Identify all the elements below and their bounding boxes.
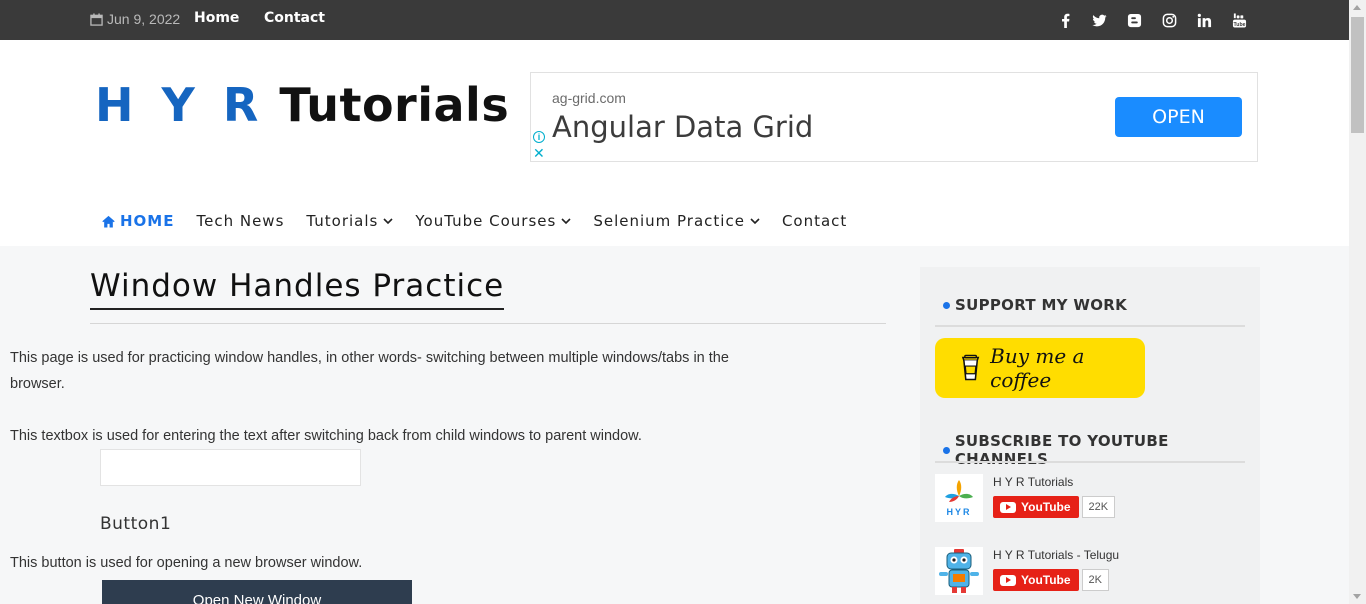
subscriber-count: 2K [1081,569,1110,591]
linkedin-icon[interactable] [1196,12,1212,28]
button1-description: This button is used for opening a new br… [10,555,363,571]
ad-info-icon[interactable]: i [533,131,545,143]
button1-heading: Button1 [100,514,172,534]
top-link-contact[interactable]: Contact [264,10,325,26]
bullet-dot-icon [943,301,950,309]
bullet-dot-icon [943,446,950,454]
youtube-subscribe-button[interactable]: YouTube [993,569,1079,591]
scroll-up-arrow-icon[interactable] [1353,5,1361,10]
sidebar: SUPPORT MY WORK Buy me a coffee SUBSCRIB… [920,267,1260,604]
title-divider [90,323,886,324]
support-title-text: SUPPORT MY WORK [955,296,1128,314]
youtube-button-label: YouTube [1021,500,1071,514]
subscribe-divider [935,461,1245,463]
post-date: Jun 9, 2022 [90,11,180,27]
buy-me-a-coffee-button[interactable]: Buy me a coffee [935,338,1145,398]
page-title: Window Handles Practice [90,268,505,310]
svg-text:HYR: HYR [946,507,971,517]
chevron-down-icon [750,218,760,225]
nav-home-label: HOME [120,212,175,230]
date-text: Jun 9, 2022 [107,11,181,27]
nav-contact-label: Contact [781,212,848,230]
page: Jun 9, 2022 Home Contact Tube H Y R Tuto… [0,0,1366,604]
nav-contact[interactable]: Contact [782,212,847,230]
ad-close-icon[interactable]: ✕ [533,146,545,160]
blogger-icon[interactable] [1126,12,1142,28]
nav-home[interactable]: HOME [102,212,174,230]
nav-selenium-practice[interactable]: Selenium Practice [593,212,760,230]
site-logo[interactable]: H Y R Tutorials [95,78,509,132]
hyr-telugu-channel-avatar[interactable] [935,547,983,595]
svg-text:Tube: Tube [1233,21,1245,27]
nav-youtube-courses[interactable]: YouTube Courses [415,212,571,230]
channel-item: H Y R Tutorials - Telugu YouTube 2K [935,547,1245,597]
youtube-subscribe-button[interactable]: YouTube [993,496,1079,518]
instagram-icon[interactable] [1161,12,1177,28]
subscriber-count: 22K [1081,496,1116,518]
youtube-play-icon [1000,574,1016,586]
youtube-button-label: YouTube [1021,573,1071,587]
chevron-down-icon [383,218,393,225]
ad-headline[interactable]: Angular Data Grid [552,110,813,144]
logo-tutorials-text: Tutorials [279,78,510,132]
channel-name[interactable]: H Y R Tutorials - Telugu [993,548,1119,562]
intro-paragraph: This page is used for practicing window … [10,350,729,392]
top-bar: Jun 9, 2022 Home Contact Tube [0,0,1349,40]
scroll-down-arrow-icon[interactable] [1353,594,1361,599]
twitter-icon[interactable] [1091,12,1107,28]
page-scrollbar[interactable] [1349,0,1366,604]
calendar-icon [90,12,103,26]
channel-item: HYR H Y R Tutorials YouTube 22K [935,474,1245,524]
ad-open-button[interactable]: OPEN [1115,97,1242,137]
scrollbar-thumb[interactable] [1351,17,1364,133]
coffee-label: Buy me a coffee [990,344,1085,392]
nav-youtube-courses-label: YouTube Courses [415,212,557,230]
youtube-subscribe-widget[interactable]: YouTube 2K [993,569,1110,591]
open-new-window-button[interactable]: Open New Window [102,580,412,604]
youtube-icon[interactable]: Tube [1231,12,1247,28]
facebook-icon[interactable] [1057,12,1073,28]
channel-name[interactable]: H Y R Tutorials [993,475,1073,489]
textbox-description: This textbox is used for entering the te… [10,428,642,444]
ad-domain: ag-grid.com [552,90,626,106]
hyr-channel-avatar[interactable]: HYR [935,474,983,522]
site-header: H Y R Tutorials ag-grid.com Angular Data… [0,40,1349,246]
youtube-subscribe-widget[interactable]: YouTube 22K [993,496,1116,518]
top-link-home[interactable]: Home [194,10,239,26]
support-divider [935,325,1245,327]
nav-tech-news[interactable]: Tech News [196,212,284,230]
chevron-down-icon [561,218,571,225]
main-content: Window Handles Practice [90,268,886,324]
support-title: SUPPORT MY WORK [943,296,1127,314]
nav-tutorials[interactable]: Tutorials [306,212,393,230]
main-nav: HOME Tech News Tutorials YouTube Courses… [102,212,869,230]
ad-banner[interactable]: ag-grid.com Angular Data Grid OPEN i ✕ [530,72,1258,162]
nav-selenium-practice-label: Selenium Practice [593,212,745,230]
logo-hyr-text: H Y R [95,78,265,132]
home-icon [102,215,115,227]
name-textbox[interactable] [100,449,361,486]
nav-tutorials-label: Tutorials [306,212,379,230]
youtube-play-icon [1000,501,1016,513]
coffee-cup-icon [961,354,980,381]
nav-tech-news-label: Tech News [196,212,285,230]
